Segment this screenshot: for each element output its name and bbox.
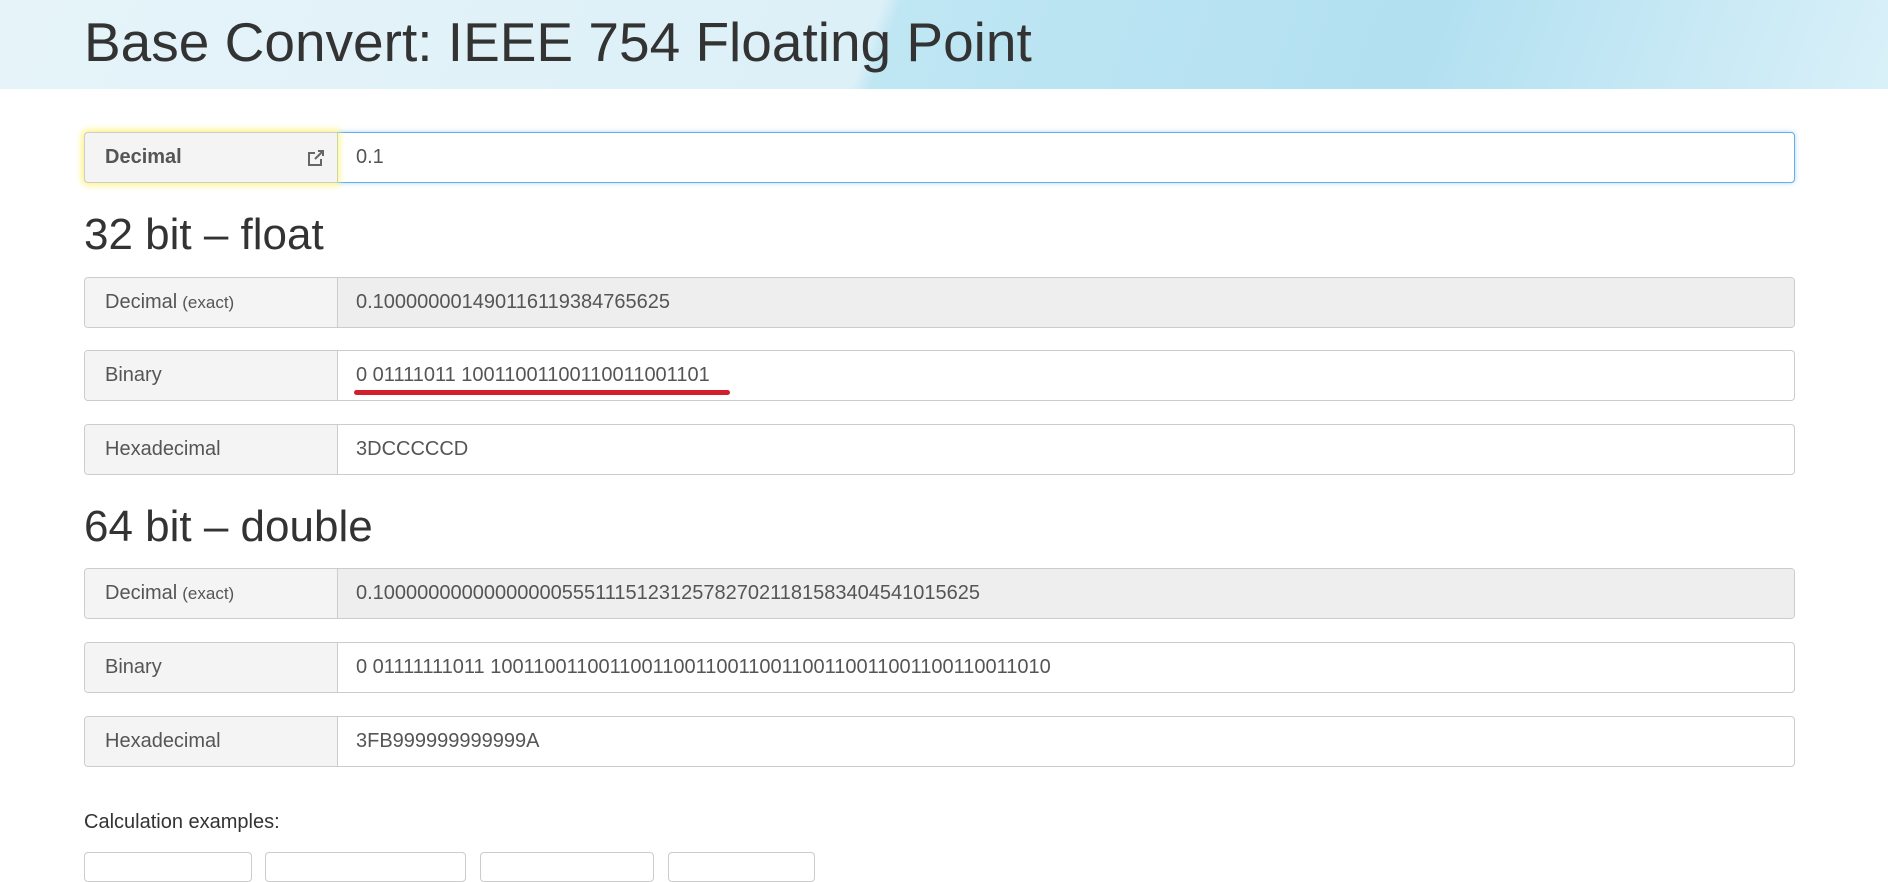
- float64-heading: 64 bit – double: [84, 502, 373, 551]
- example-button[interactable]: [84, 852, 252, 882]
- float32-binary-row: Binary 0 01111011 1001100110011001100110…: [84, 350, 1795, 401]
- page-title: Base Convert: IEEE 754 Floating Point: [84, 11, 1032, 73]
- float32-hex-row: Hexadecimal 3DCCCCCD: [84, 424, 1795, 475]
- float64-binary-row: Binary 0 01111111011 1001100110011001100…: [84, 642, 1795, 693]
- float64-binary-value[interactable]: 0 01111111011 10011001100110011001100110…: [338, 643, 1794, 692]
- decimal-input-wrapper: [337, 132, 1795, 183]
- float64-decimal-label-text: Decimal: [105, 582, 178, 604]
- examples-title: Calculation examples:: [84, 811, 280, 833]
- float32-hex-label: Hexadecimal: [85, 425, 338, 474]
- float32-decimal-label-text: Decimal: [105, 291, 178, 313]
- float32-decimal-value[interactable]: 0.100000001490116119384765625: [338, 278, 1794, 327]
- float64-hex-label: Hexadecimal: [85, 717, 338, 766]
- float32-binary-label: Binary: [85, 351, 338, 400]
- float64-decimal-row: Decimal (exact) 0.1000000000000000055511…: [84, 568, 1795, 619]
- external-link-icon[interactable]: [307, 149, 325, 167]
- float32-hex-value[interactable]: 3DCCCCCD: [338, 425, 1794, 474]
- float64-decimal-value[interactable]: 0.10000000000000000555111512312578270211…: [338, 569, 1794, 618]
- example-button[interactable]: [668, 852, 815, 882]
- float32-decimal-row: Decimal (exact) 0.1000000014901161193847…: [84, 277, 1795, 328]
- red-underline-annotation: [354, 390, 730, 395]
- float64-decimal-label-sub: (exact): [182, 583, 235, 603]
- decimal-input-label-text: Decimal: [105, 146, 182, 168]
- float32-decimal-label-sub: (exact): [182, 292, 235, 312]
- float64-decimal-label: Decimal (exact): [85, 569, 338, 618]
- example-button[interactable]: [480, 852, 654, 882]
- decimal-input-label: Decimal: [84, 132, 337, 183]
- example-button[interactable]: [265, 852, 466, 882]
- float64-hex-row: Hexadecimal 3FB999999999999A: [84, 716, 1795, 767]
- float64-hex-value[interactable]: 3FB999999999999A: [338, 717, 1794, 766]
- decimal-input-group: Decimal: [84, 132, 1795, 183]
- float32-heading: 32 bit – float: [84, 210, 324, 259]
- float32-decimal-label: Decimal (exact): [85, 278, 338, 327]
- float64-binary-label: Binary: [85, 643, 338, 692]
- decimal-input[interactable]: [356, 146, 1794, 169]
